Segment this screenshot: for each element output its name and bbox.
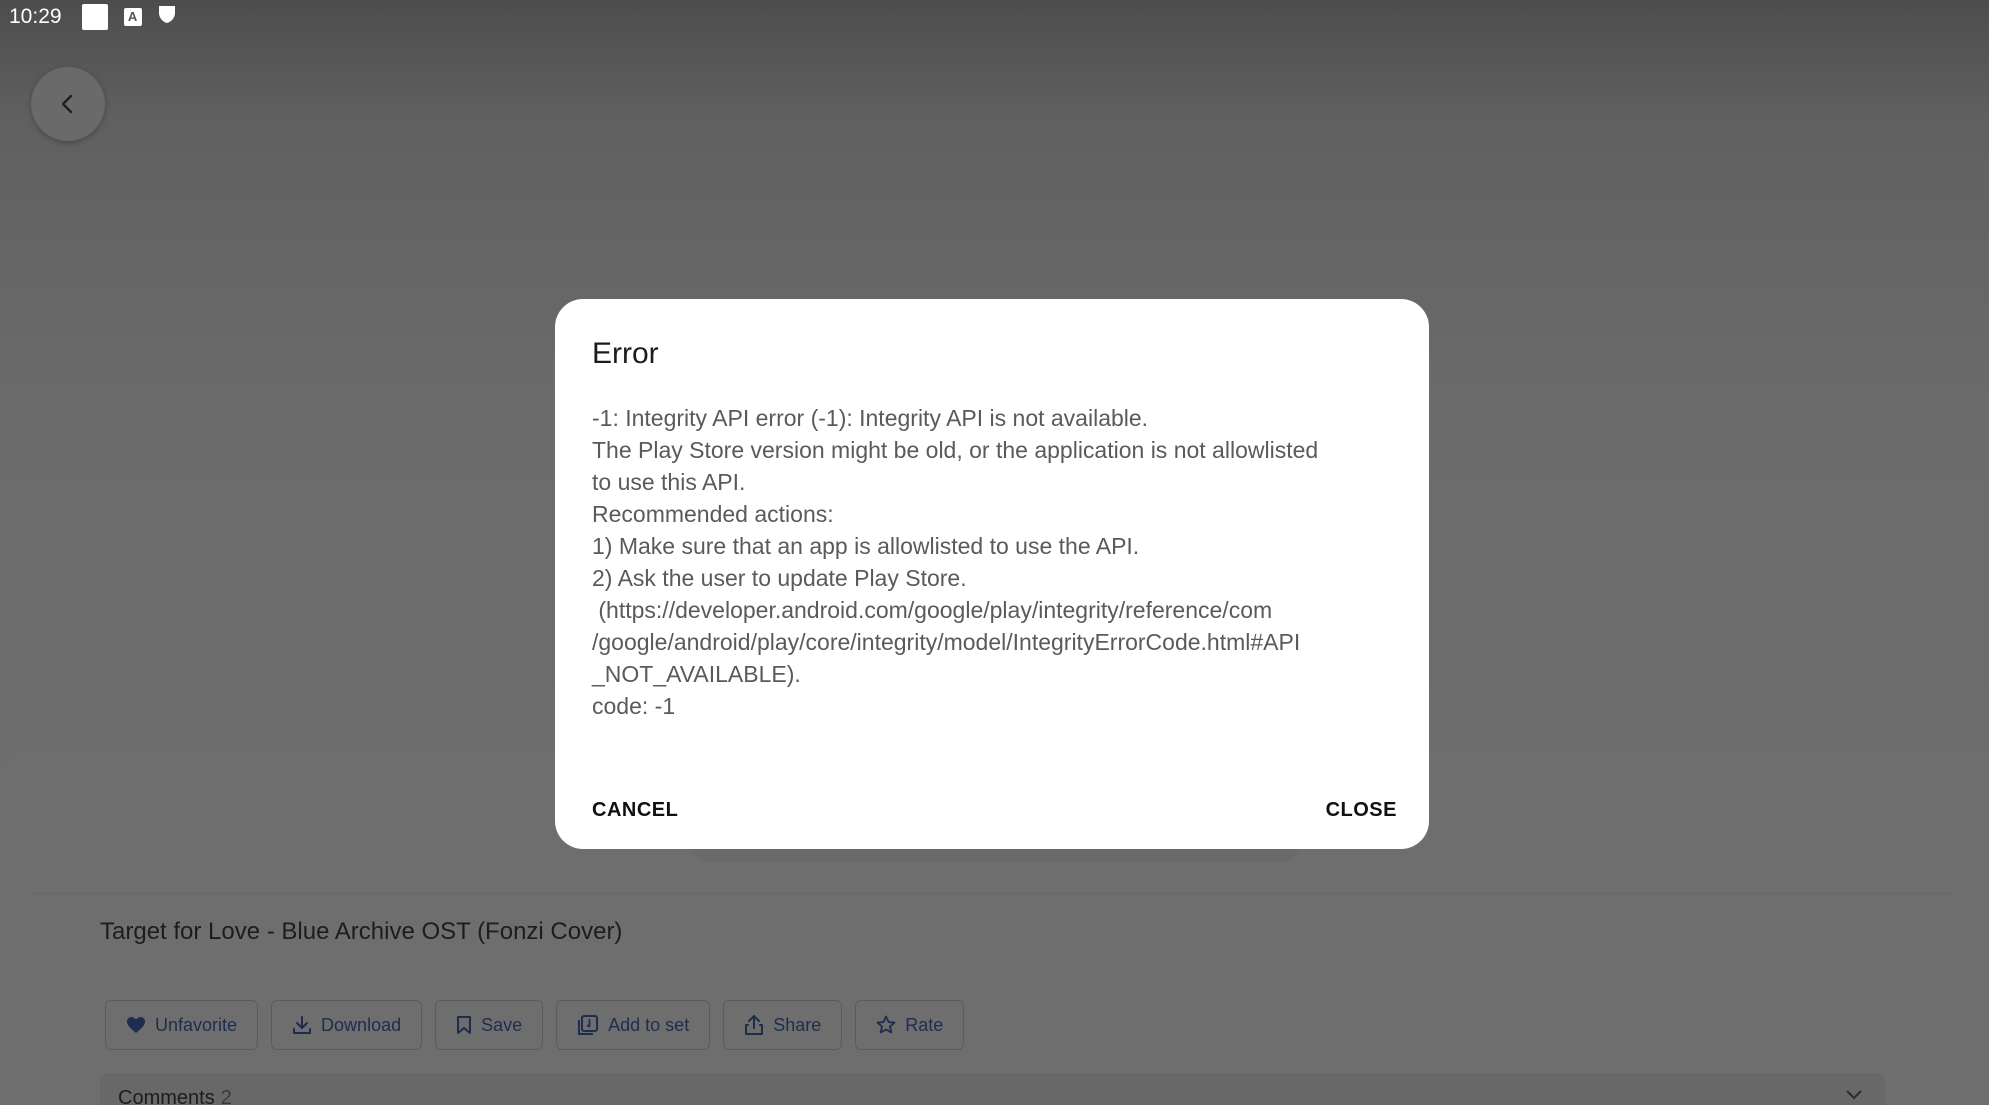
back-button[interactable] [31,67,105,141]
comments-label: Comments 2 [118,1087,232,1105]
dialog-title: Error [592,337,659,370]
heart-icon [127,1017,145,1033]
message-line: 2) Ask the user to update Play Store. [592,565,967,591]
share-icon [745,1015,764,1035]
message-line: 1) Make sure that an app is allowlisted … [592,533,1140,559]
message-line: to use this API. [592,469,746,495]
status-bar: 10:29 A [0,0,1989,34]
divider [30,893,1955,894]
comments-count: 2 [220,1087,232,1105]
track-title: Target for Love - Blue Archive OST (Fonz… [100,918,623,945]
save-button[interactable]: Save [435,1000,544,1050]
unfavorite-label: Unfavorite [155,1014,238,1035]
error-dialog: Error -1: Integrity API error (-1): Inte… [555,299,1429,849]
share-label: Share [773,1014,822,1035]
shield-icon [158,4,176,30]
message-line: _NOT_AVAILABLE). [592,661,801,687]
star-icon [876,1015,896,1034]
rate-button[interactable]: Rate [855,1000,965,1050]
message-line: -1: Integrity API error (-1): Integrity … [592,405,1149,431]
download-icon [293,1016,312,1034]
chevron-left-icon [61,94,73,114]
message-line: Recommended actions: [592,501,834,527]
dialog-message: -1: Integrity API error (-1): Integrity … [592,402,1392,722]
status-time: 10:29 [9,5,62,28]
close-button[interactable]: CLOSE [1326,799,1397,822]
share-button[interactable]: Share [723,1000,843,1050]
message-line: code: -1 [592,693,676,719]
cancel-button[interactable]: CANCEL [592,799,678,822]
playlist-add-icon [578,1015,599,1035]
font-a-icon: A [123,8,142,26]
save-label: Save [481,1014,523,1035]
notification-square-icon [81,4,108,30]
screen: 10:29 A Target for Love - Blue Archive O… [0,0,1989,1105]
chevron-down-icon [1846,1090,1862,1100]
bookmark-icon [457,1016,472,1034]
action-row: Unfavorite Download Save Add to set Shar… [105,1000,965,1050]
dialog-actions: CANCEL CLOSE [592,799,1397,822]
unfavorite-button[interactable]: Unfavorite [105,1000,259,1050]
comments-title: Comments [118,1087,215,1105]
message-line: /google/android/play/core/integrity/mode… [592,629,1301,655]
comments-section[interactable]: Comments 2 [100,1073,1885,1105]
add-to-set-button[interactable]: Add to set [556,1000,711,1050]
download-label: Download [321,1014,402,1035]
message-line: (https://developer.android.com/google/pl… [592,597,1273,623]
download-button[interactable]: Download [271,1000,423,1050]
add-to-set-label: Add to set [608,1014,690,1035]
rate-label: Rate [905,1014,944,1035]
message-line: The Play Store version might be old, or … [592,437,1319,463]
